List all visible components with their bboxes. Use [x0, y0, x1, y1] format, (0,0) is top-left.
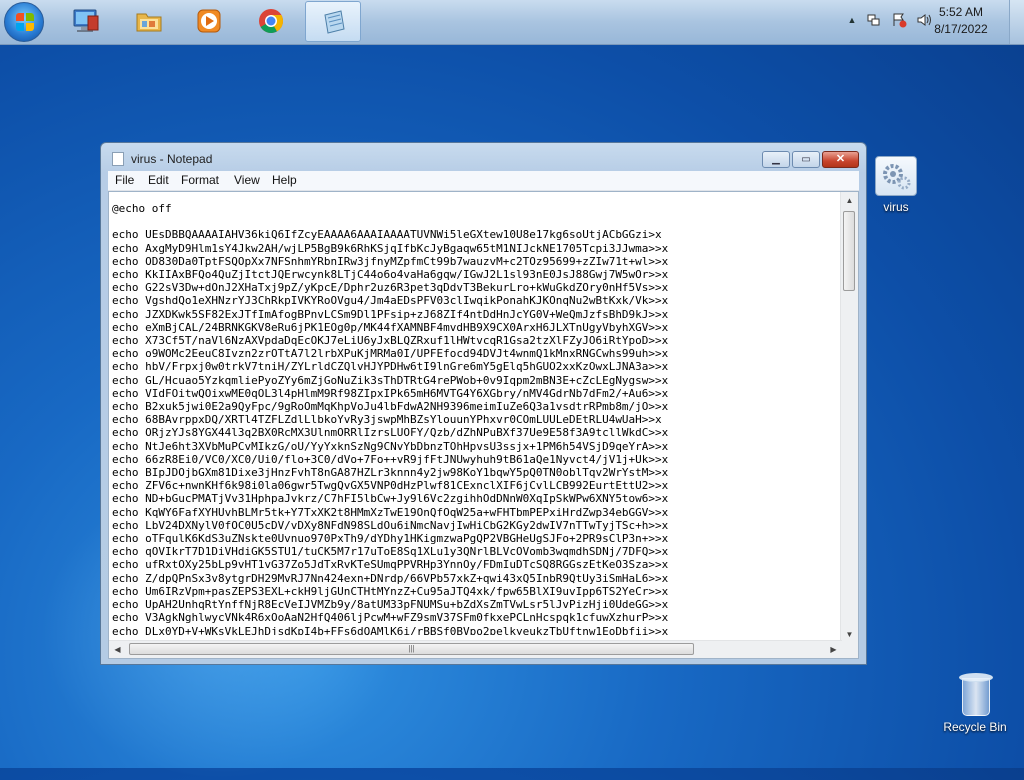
close-button[interactable]: ✕	[822, 151, 859, 168]
desktop-icon-recycle-bin[interactable]: Recycle Bin	[937, 670, 1013, 734]
taskbar-media-player-button[interactable]	[181, 1, 237, 42]
taskbar-libraries-button[interactable]	[121, 1, 177, 42]
desktop-icon-label: virus	[883, 200, 909, 214]
menu-bar: File Edit Format View Help	[108, 171, 859, 191]
media-player-icon	[197, 9, 221, 33]
desktop-icon-virus[interactable]: virus	[858, 156, 934, 214]
maximize-button[interactable]: ▭	[792, 151, 820, 168]
text-editor[interactable]: @echo off echo UEsDBBQAAAAIAHV36kiQ6IfZc…	[108, 191, 859, 659]
action-center-flag-icon[interactable]	[891, 12, 907, 28]
notepad-icon	[324, 10, 345, 34]
network-icon[interactable]	[866, 12, 882, 28]
notepad-icon	[112, 152, 124, 166]
title-bar[interactable]: virus - Notepad ▁ ▭ ✕	[101, 143, 866, 173]
taskbar-chrome-button[interactable]	[243, 1, 299, 42]
show-desktop-button[interactable]	[1009, 0, 1024, 44]
horizontal-scroll-thumb[interactable]: |||	[129, 643, 694, 655]
clock-date: 8/17/2022	[934, 22, 988, 36]
vertical-scrollbar[interactable]: ▲ ▼	[840, 192, 858, 643]
menu-view[interactable]: View	[234, 173, 260, 187]
menu-file[interactable]: File	[115, 173, 134, 187]
vertical-scroll-thumb[interactable]	[843, 211, 855, 291]
start-button[interactable]	[4, 2, 44, 42]
scrollbar-corner	[841, 641, 858, 658]
batch-file-icon	[875, 156, 917, 196]
window-title: virus - Notepad	[131, 152, 213, 166]
desktop-icon-label: Recycle Bin	[943, 720, 1007, 734]
notepad-window: virus - Notepad ▁ ▭ ✕ File Edit Format V…	[100, 142, 867, 665]
computer-icon	[73, 9, 99, 32]
folder-icon	[136, 13, 162, 32]
scroll-left-arrow-icon[interactable]: ◀	[109, 641, 126, 658]
menu-help[interactable]: Help	[272, 173, 297, 187]
taskbar: ▲ 5:52 AM 8/17/2022	[0, 0, 1024, 45]
taskbar-explorer-button[interactable]	[58, 1, 114, 42]
taskbar-notepad-button[interactable]	[305, 1, 361, 42]
windows-logo-icon	[16, 13, 34, 31]
document-text[interactable]: @echo off echo UEsDBBQAAAAIAHV36kiQ6IfZc…	[112, 202, 840, 635]
menu-format[interactable]: Format	[181, 173, 219, 187]
scroll-up-arrow-icon[interactable]: ▲	[841, 192, 858, 209]
clock-time: 5:52 AM	[938, 5, 984, 19]
horizontal-scrollbar[interactable]: ◀ ||| ▶	[109, 640, 842, 658]
chrome-icon	[259, 9, 283, 34]
system-clock[interactable]: 5:52 AM 8/17/2022	[926, 4, 996, 38]
show-hidden-icons-icon[interactable]: ▲	[844, 12, 860, 28]
scroll-right-arrow-icon[interactable]: ▶	[825, 641, 842, 658]
recycle-bin-icon	[958, 670, 993, 716]
menu-edit[interactable]: Edit	[148, 173, 169, 187]
minimize-button[interactable]: ▁	[762, 151, 790, 168]
